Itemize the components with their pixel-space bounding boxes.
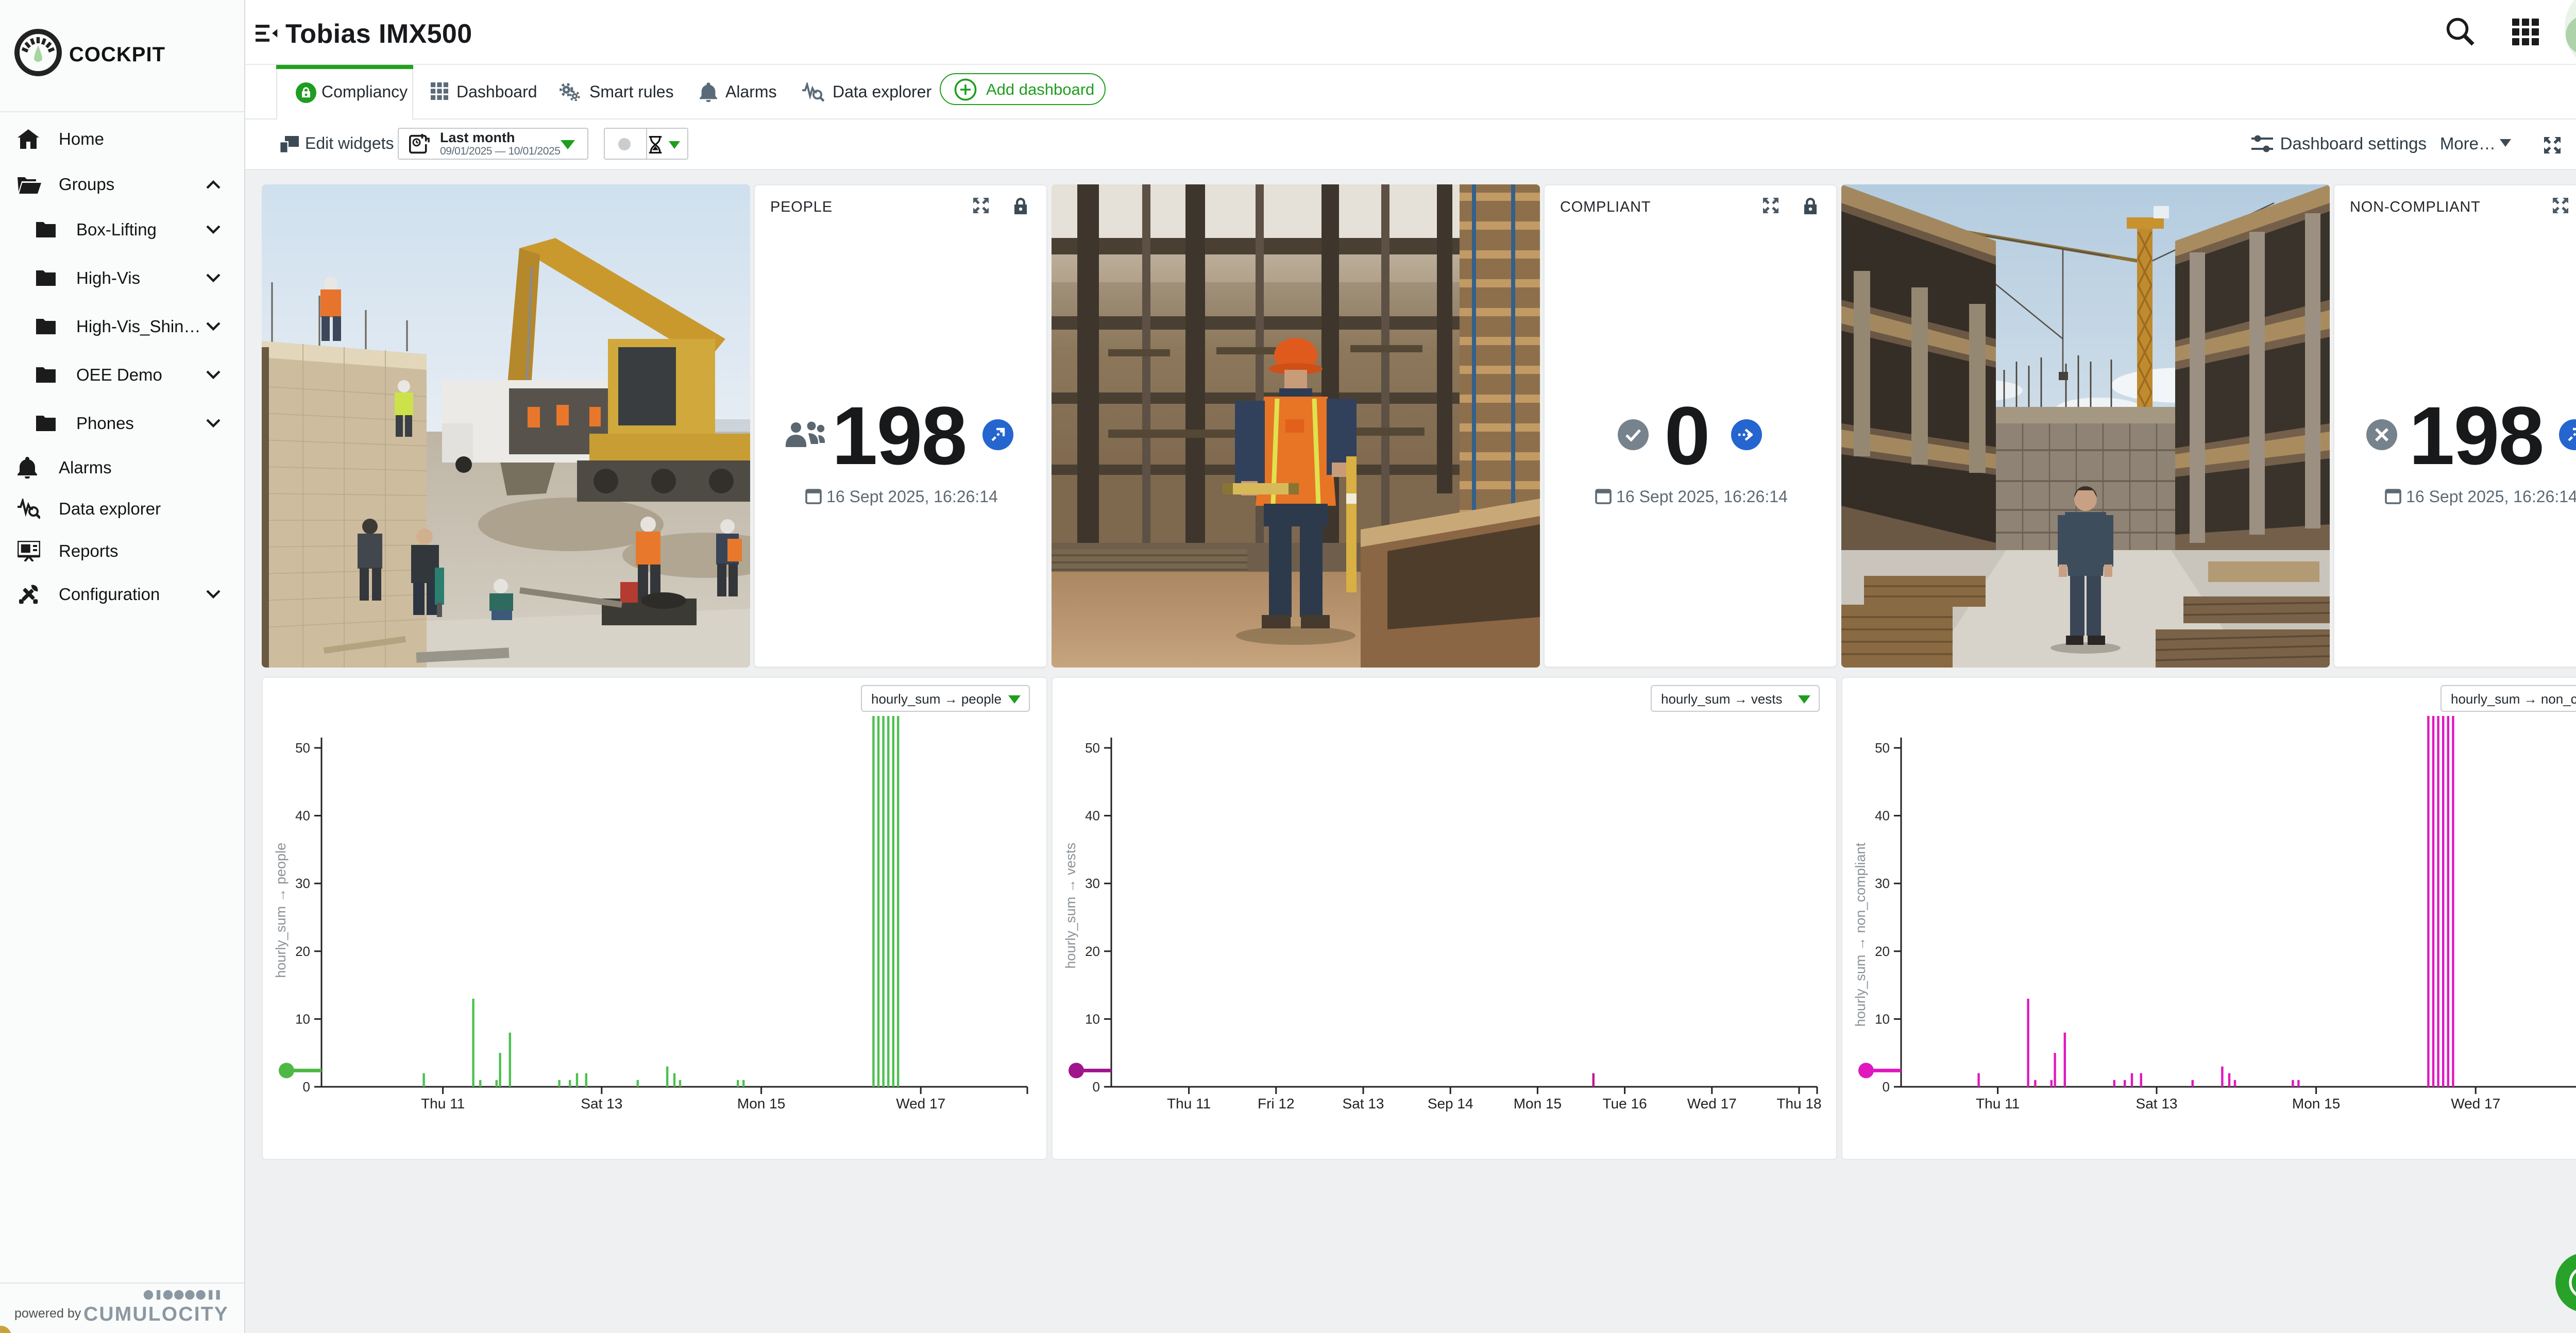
svg-text:Mon 15: Mon 15 bbox=[737, 1096, 785, 1112]
svg-text:Mon 15: Mon 15 bbox=[1514, 1096, 1562, 1112]
svg-text:Sat 13: Sat 13 bbox=[1343, 1096, 1384, 1112]
svg-text:10: 10 bbox=[295, 1011, 310, 1027]
svg-text:0: 0 bbox=[1883, 1079, 1890, 1095]
svg-text:Wed 17: Wed 17 bbox=[1687, 1096, 1737, 1112]
svg-text:Fri 12: Fri 12 bbox=[1258, 1096, 1295, 1112]
svg-text:Thu 18: Thu 18 bbox=[1776, 1096, 1821, 1112]
svg-text:Mon 15: Mon 15 bbox=[2292, 1096, 2340, 1112]
svg-text:Thu 11: Thu 11 bbox=[421, 1096, 465, 1112]
svg-text:40: 40 bbox=[1085, 808, 1100, 824]
svg-text:0: 0 bbox=[1093, 1079, 1100, 1095]
svg-text:Sat 13: Sat 13 bbox=[2136, 1096, 2178, 1112]
svg-text:20: 20 bbox=[1085, 944, 1100, 959]
svg-text:Wed 17: Wed 17 bbox=[2451, 1096, 2500, 1112]
svg-text:10: 10 bbox=[1875, 1011, 1890, 1027]
svg-text:50: 50 bbox=[295, 740, 310, 756]
svg-text:40: 40 bbox=[1875, 808, 1890, 824]
svg-text:30: 30 bbox=[295, 876, 310, 891]
svg-text:Thu 11: Thu 11 bbox=[1167, 1096, 1211, 1112]
svg-text:30: 30 bbox=[1875, 876, 1890, 891]
svg-text:30: 30 bbox=[1085, 876, 1100, 891]
svg-text:CUMULOCITY: CUMULOCITY bbox=[83, 1303, 228, 1325]
svg-text:Tue 16: Tue 16 bbox=[1603, 1096, 1647, 1112]
svg-text:Thu 11: Thu 11 bbox=[1976, 1096, 2020, 1112]
svg-text:10: 10 bbox=[1085, 1011, 1100, 1027]
svg-text:50: 50 bbox=[1875, 740, 1890, 756]
svg-text:20: 20 bbox=[1875, 944, 1890, 959]
svg-text:20: 20 bbox=[295, 944, 310, 959]
svg-text:40: 40 bbox=[295, 808, 310, 824]
svg-text:50: 50 bbox=[1085, 740, 1100, 756]
svg-text:0: 0 bbox=[303, 1079, 310, 1095]
svg-text:Wed 17: Wed 17 bbox=[896, 1096, 945, 1112]
svg-text:Sat 13: Sat 13 bbox=[581, 1096, 622, 1112]
svg-text:Sep 14: Sep 14 bbox=[1428, 1096, 1473, 1112]
